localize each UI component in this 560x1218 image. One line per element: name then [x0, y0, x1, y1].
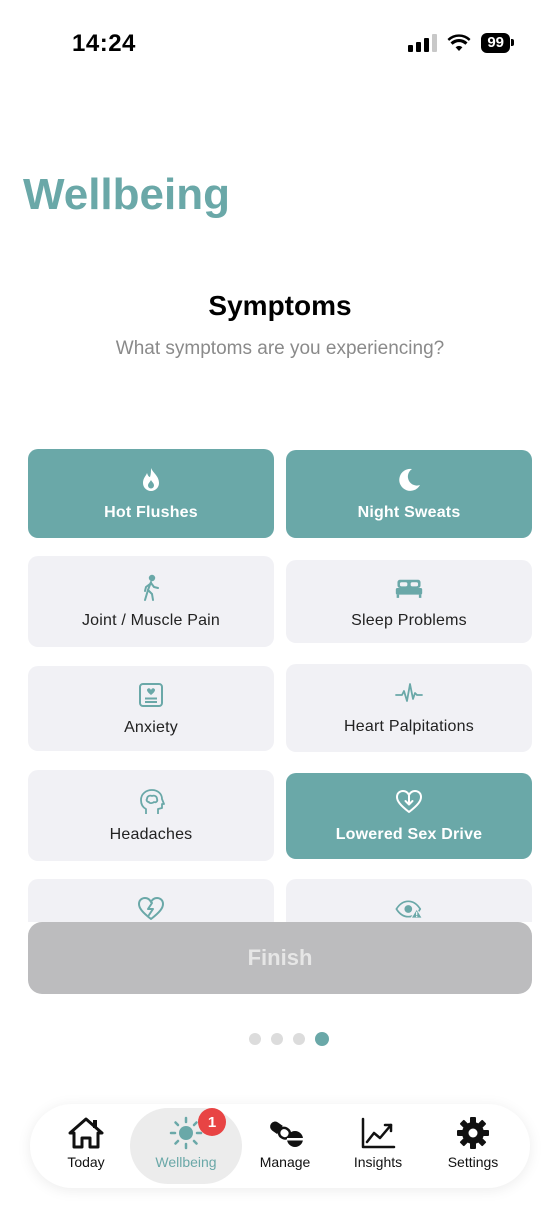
symptom-sleep-problems[interactable]: Sleep Problems — [286, 560, 532, 643]
broken-heart-icon — [137, 895, 165, 922]
flame-icon — [137, 466, 165, 494]
symptom-label: Heart Palpitations — [344, 718, 474, 735]
tab-label: Manage — [259, 1154, 311, 1170]
tab-bar: Today Wellbeing 1 Manage Insights Settin… — [30, 1104, 530, 1188]
bed-icon — [395, 574, 423, 602]
status-indicators: 99 — [408, 33, 514, 53]
section-title: Symptoms — [208, 290, 352, 321]
symptom-label: Hot Flushes — [104, 503, 198, 521]
home-icon — [67, 1116, 105, 1150]
symptom-grid: Hot Flushes Night Sweats Joint / Muscle … — [28, 448, 532, 922]
head-brain-icon — [137, 788, 165, 816]
page-dot — [293, 1033, 305, 1045]
wifi-icon — [447, 34, 471, 51]
tab-settings[interactable]: Settings — [425, 1108, 521, 1184]
gear-icon — [454, 1116, 492, 1150]
cellular-signal-icon — [408, 34, 438, 52]
page-title: Wellbeing — [23, 170, 230, 219]
page-indicator — [0, 1032, 560, 1046]
symptom-label: Headaches — [109, 825, 193, 843]
tab-manage[interactable]: Manage — [237, 1108, 333, 1184]
symptom-label: Lowered Sex Drive — [335, 826, 483, 843]
tab-label: Settings — [447, 1154, 499, 1170]
symptom-label: Night Sweats — [357, 504, 461, 521]
tab-label: Insights — [353, 1154, 403, 1170]
finish-button[interactable]: Finish — [28, 922, 532, 994]
battery-indicator: 99 — [481, 33, 514, 53]
symptom-vision[interactable] — [286, 879, 532, 922]
symptom-lowered-sex-drive[interactable]: Lowered Sex Drive — [286, 773, 532, 859]
anxiety-frame-icon — [137, 681, 165, 709]
tab-today[interactable]: Today — [38, 1108, 134, 1184]
notification-badge: 1 — [198, 1108, 226, 1136]
heartbeat-icon — [395, 680, 423, 708]
tab-label: Today — [67, 1154, 105, 1170]
symptom-label: Sleep Problems — [351, 611, 467, 629]
section-subtitle: What symptoms are you experiencing? — [115, 338, 445, 359]
page-dot — [271, 1033, 283, 1045]
tab-wellbeing[interactable]: Wellbeing 1 — [130, 1108, 242, 1184]
symptom-label: Anxiety — [124, 718, 178, 736]
symptom-heart-broken[interactable] — [28, 879, 274, 922]
status-bar: 14:24 99 — [0, 0, 560, 90]
symptom-anxiety[interactable]: Anxiety — [28, 666, 274, 751]
tab-label: Wellbeing — [155, 1154, 217, 1170]
walking-person-icon — [137, 574, 165, 602]
symptom-label: Joint / Muscle Pain — [81, 611, 221, 629]
page-dot — [249, 1033, 261, 1045]
page-dot-active — [315, 1032, 329, 1046]
symptom-joint-muscle-pain[interactable]: Joint / Muscle Pain — [28, 556, 274, 647]
status-time: 14:24 — [72, 30, 136, 57]
eye-warning-icon — [395, 895, 423, 922]
symptom-hot-flushes[interactable]: Hot Flushes — [28, 449, 274, 538]
symptom-headaches[interactable]: Headaches — [28, 770, 274, 861]
symptom-heart-palpitations[interactable]: Heart Palpitations — [286, 664, 532, 752]
symptom-night-sweats[interactable]: Night Sweats — [286, 450, 532, 538]
moon-icon — [395, 466, 423, 494]
chart-icon — [359, 1116, 397, 1150]
pills-icon — [266, 1116, 304, 1150]
tab-insights[interactable]: Insights — [330, 1108, 426, 1184]
heart-down-icon — [395, 788, 423, 816]
